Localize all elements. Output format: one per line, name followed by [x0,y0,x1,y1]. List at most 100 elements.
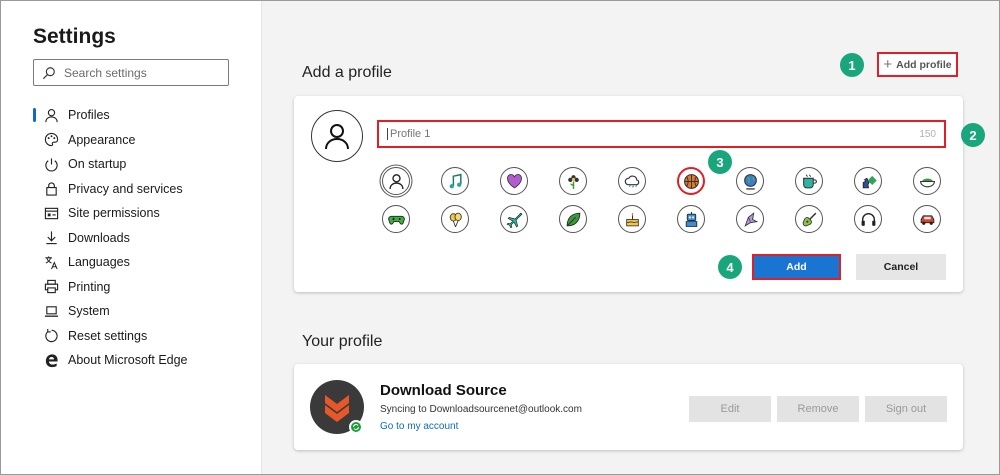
edit-button[interactable]: Edit [689,396,771,422]
bird-icon [743,211,758,227]
sidebar-item-label: Site permissions [68,206,160,221]
icon-option-bowl[interactable] [913,167,941,195]
add-profile-heading: Add a profile [302,64,392,81]
leaf-icon [566,212,580,226]
add-profile-button[interactable]: + Add profile [877,52,958,77]
sidebar-item-label: Downloads [68,230,130,245]
sidebar-item-system[interactable]: System [33,299,188,324]
robot-icon [685,211,697,227]
sync-status-text: Syncing to Downloadsourcenet@outlook.com [380,404,582,415]
chevron-logo-icon [325,395,349,422]
sidebar-item-label: Appearance [68,132,136,147]
gamepad-icon [387,215,405,225]
settings-title: Settings [33,25,116,48]
icon-option-car[interactable] [913,205,941,233]
step-badge-2: 2 [961,123,985,147]
icon-option-ball[interactable] [677,167,705,195]
icon-option-music[interactable] [441,167,469,195]
sidebar-item-label: Reset settings [68,328,148,343]
remove-button[interactable]: Remove [777,396,859,422]
site-permissions-icon [43,205,59,221]
your-profile-heading: Your profile [302,333,383,350]
cake-icon [625,212,639,226]
sidebar-item-label: Privacy and services [68,181,183,196]
icon-option-guitar[interactable] [795,205,823,233]
flower-icon [567,174,579,189]
icon-option-gamepad[interactable] [382,205,410,233]
heart-icon [506,173,522,188]
new-profile-avatar [311,110,363,162]
sidebar-item-reset-settings[interactable]: Reset settings [33,324,188,349]
globe-icon [743,173,757,190]
icon-option-flower[interactable] [559,167,587,195]
sidebar-item-printing[interactable]: Printing [33,275,188,300]
step-badge-4: 4 [718,255,742,279]
icon-option-heart[interactable] [500,167,528,195]
cloud-icon [624,175,639,188]
plus-icon: + [883,56,893,73]
ball-icon [683,173,699,189]
person-avatar-icon [325,124,349,150]
car-icon [920,214,934,225]
settings-nav: Profiles Appearance On startup Privacy a… [33,103,188,373]
sidebar-item-privacy[interactable]: Privacy and services [33,177,188,202]
step-badge-3: 3 [708,150,732,174]
lock-icon [43,181,59,197]
sidebar-item-languages[interactable]: Languages [33,250,188,275]
icon-option-bird[interactable] [736,205,764,233]
person-avatar-icon [388,173,404,189]
chess-icon [862,175,877,188]
sidebar-item-label: Languages [68,255,130,270]
bowl-icon [919,178,935,187]
sync-icon [353,424,359,430]
sidebar-item-about[interactable]: About Microsoft Edge [33,348,188,373]
download-icon [43,230,59,246]
sign-out-button[interactable]: Sign out [865,396,947,422]
cancel-button[interactable]: Cancel [856,254,946,280]
sidebar-item-site-permissions[interactable]: Site permissions [33,201,188,226]
edge-logo-icon [43,352,59,368]
sidebar-item-label: System [68,304,110,319]
power-icon [43,156,59,172]
char-count: 150 [919,128,936,140]
settings-sidebar: Settings Search settings Profiles Appear… [0,0,262,475]
search-icon [42,66,55,79]
languages-icon [43,254,59,270]
sidebar-item-label: About Microsoft Edge [68,353,188,368]
icon-option-cake[interactable] [618,205,646,233]
icon-option-balloons[interactable] [441,205,469,233]
sync-status-badge [349,420,363,434]
icon-option-headphones[interactable] [854,205,882,233]
sidebar-item-label: Printing [68,279,111,294]
icon-option-person[interactable] [382,167,410,195]
person-icon [43,107,59,123]
icon-option-coffee[interactable] [795,167,823,195]
sidebar-item-appearance[interactable]: Appearance [33,128,188,153]
add-profile-label: Add profile [896,58,952,71]
music-note-icon [449,173,462,188]
search-input[interactable]: Search settings [33,59,229,86]
go-to-account-link[interactable]: Go to my account [380,421,458,432]
icon-option-airplane[interactable] [500,205,528,233]
icon-option-robot[interactable] [677,205,705,233]
sidebar-item-label: On startup [68,157,127,172]
sidebar-item-label: Profiles [68,108,110,123]
sidebar-item-downloads[interactable]: Downloads [33,226,188,251]
guitar-icon [802,212,816,226]
palette-icon [43,132,59,148]
coffee-cup-icon [802,174,817,188]
balloons-icon [449,212,462,227]
sidebar-item-profiles[interactable]: Profiles [33,103,188,128]
search-placeholder: Search settings [64,65,147,80]
icon-option-leaf[interactable] [559,205,587,233]
icon-option-cloud[interactable] [618,167,646,195]
profile-name-input[interactable] [387,128,920,140]
icon-option-globe[interactable] [736,167,764,195]
sidebar-item-on-startup[interactable]: On startup [33,152,188,177]
reset-icon [43,328,59,344]
add-button[interactable]: Add [752,254,841,280]
icon-option-chess[interactable] [854,167,882,195]
profile-name-field[interactable]: 150 [377,120,946,148]
profile-name: Download Source [380,382,507,399]
step-badge-1: 1 [840,53,864,77]
